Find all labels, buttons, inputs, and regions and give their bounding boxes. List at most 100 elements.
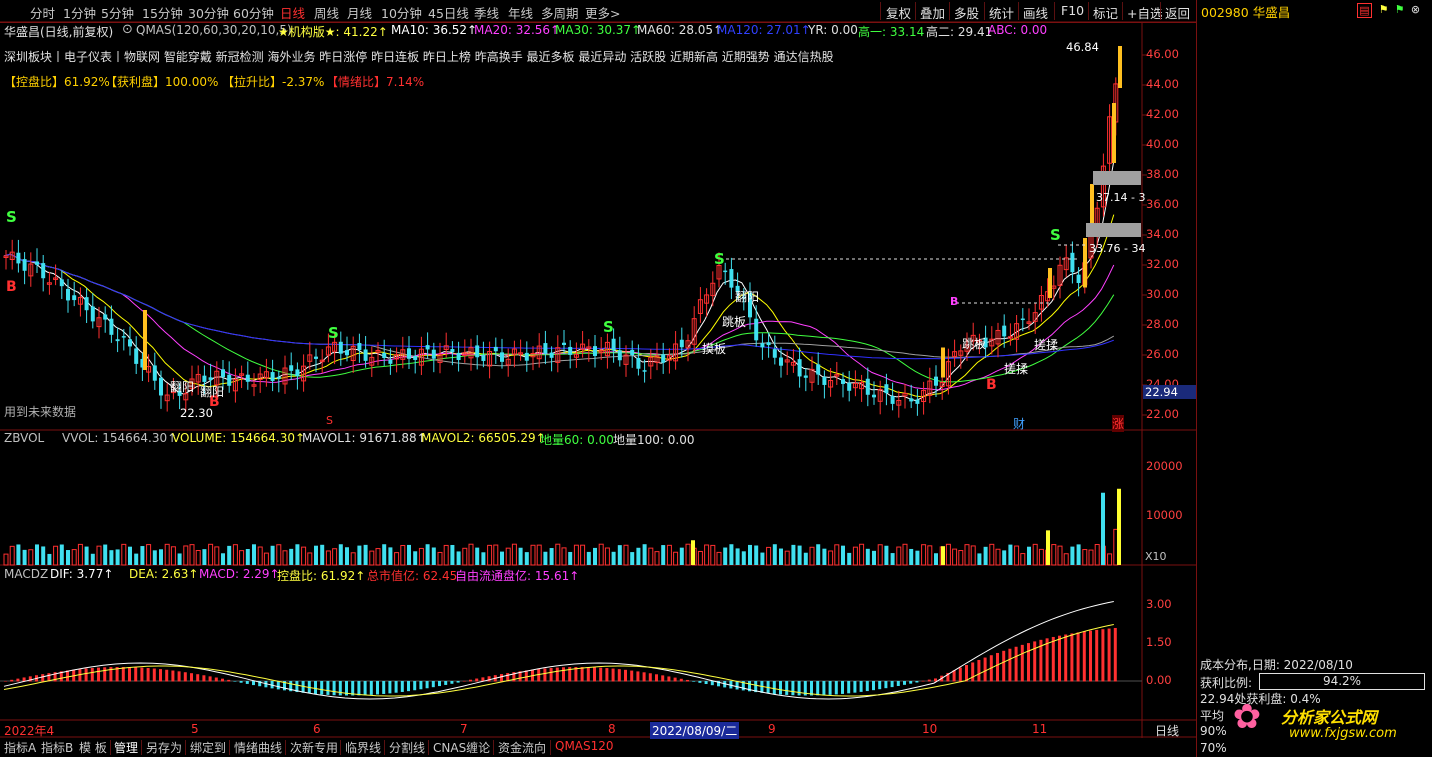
tab-template[interactable]: 模 板 xyxy=(79,739,107,756)
close-icon[interactable]: ⊗ xyxy=(1409,3,1422,16)
candle-body xyxy=(388,359,393,364)
tab-cnas[interactable]: CNAS缠论 xyxy=(433,739,490,756)
macd-bar xyxy=(996,652,999,682)
volume-bar xyxy=(741,551,746,565)
volume-bar xyxy=(320,544,325,565)
macd-bar xyxy=(438,681,441,687)
candle-body xyxy=(661,354,666,363)
candle-body xyxy=(152,365,157,381)
ma120-value: MA120: 27.01↑ xyxy=(717,23,811,37)
ma30-value: MA30: 30.37↑ xyxy=(555,23,642,37)
volume-bar xyxy=(549,548,554,565)
macd-bar xyxy=(338,681,342,696)
tab-indicator-a[interactable]: 指标A xyxy=(4,739,36,756)
tab-indicator-b[interactable]: 指标B xyxy=(41,739,73,756)
volume-bar xyxy=(252,544,256,565)
volume-bar xyxy=(921,544,927,566)
tag-moban: 摸板 xyxy=(702,342,727,356)
price-axis-label: 38.00 xyxy=(1146,167,1179,181)
macd-indicator-name: MACDZ xyxy=(4,567,49,581)
flag-icon[interactable]: ⚑ xyxy=(1393,3,1406,16)
volume-bar xyxy=(661,545,666,565)
tab-emotion-curve[interactable]: 情绪曲线 xyxy=(234,739,282,756)
macd-bar xyxy=(425,681,429,689)
volume-bar xyxy=(847,552,852,565)
candle-body xyxy=(159,377,163,396)
macd-bar xyxy=(159,669,162,682)
candle-body xyxy=(636,357,641,369)
macd-bar xyxy=(314,681,317,695)
macd-bar xyxy=(847,681,851,694)
macd-bar xyxy=(245,681,249,684)
candle-body xyxy=(766,342,771,346)
volume-bar xyxy=(648,547,654,566)
price-axis-label: 26.00 xyxy=(1146,347,1179,361)
candle-body xyxy=(134,348,139,364)
finance-marker[interactable]: 财 xyxy=(1013,415,1025,432)
volume-bar xyxy=(90,553,95,565)
volume-bar xyxy=(325,550,331,566)
volume-bar xyxy=(338,544,343,565)
main-indicator-name: QMAS(120,60,30,20,10,5) xyxy=(136,23,292,37)
volume-bar xyxy=(716,551,722,566)
tab-save-as[interactable]: 另存为 xyxy=(146,739,182,756)
candle-body xyxy=(543,343,548,354)
volume-bar xyxy=(896,546,902,566)
tab-new-stock[interactable]: 次新专用 xyxy=(290,739,338,756)
indicator-toggle-icon[interactable]: ⊙ xyxy=(122,22,133,37)
volume-bar xyxy=(852,546,858,566)
volume-bar xyxy=(475,547,480,565)
macd-bar xyxy=(190,673,193,682)
volume-bar xyxy=(282,550,288,566)
volume-bar xyxy=(679,547,684,565)
volume-bar xyxy=(518,547,523,565)
date-axis-label: 2022年4 xyxy=(4,724,55,738)
volume-bar xyxy=(345,547,349,565)
limit-up-candle xyxy=(1112,103,1116,163)
date-axis-label: 10 xyxy=(922,722,938,736)
flag-icon[interactable]: ⚑ xyxy=(1377,3,1390,16)
volume-bar xyxy=(803,552,808,565)
candle-body xyxy=(407,348,411,359)
volume-bar xyxy=(1094,544,1100,566)
volume-bar xyxy=(735,548,740,565)
candle-body xyxy=(475,345,480,358)
volume-bar xyxy=(227,545,232,565)
tab-bind-to[interactable]: 绑定到 xyxy=(190,739,226,756)
volume-bar xyxy=(1020,553,1026,566)
macd-bar xyxy=(1051,636,1055,682)
volume-bar xyxy=(263,552,269,566)
macd-bar xyxy=(667,676,671,682)
limit-up-marker[interactable]: 涨 xyxy=(1112,415,1125,432)
volume-bar xyxy=(666,544,672,566)
profit-value-box: 94.2% xyxy=(1259,673,1425,690)
macd-bar xyxy=(1107,628,1111,682)
candle-body xyxy=(872,394,876,398)
volume-bar xyxy=(890,553,895,565)
sell-signal-s: S xyxy=(328,324,339,342)
candle-body xyxy=(890,396,895,404)
macd-bar xyxy=(648,673,652,682)
price-axis-label: 40.00 xyxy=(1146,137,1179,151)
volume-bar xyxy=(245,548,250,565)
tab-critical-line[interactable]: 临界线 xyxy=(345,739,381,756)
volume-bar xyxy=(77,543,83,566)
macd-bar xyxy=(673,677,677,682)
avg-label: 平均 xyxy=(1200,709,1225,723)
tag-cuorou: 搓揉 xyxy=(1004,362,1029,376)
current-date-label: 2022/08/09/二 xyxy=(650,722,740,739)
candle-body xyxy=(841,379,845,384)
tab-qmas120[interactable]: QMAS120 xyxy=(555,739,614,753)
candle-body xyxy=(729,269,734,288)
ma60-value: MA60: 28.05↑ xyxy=(637,23,724,37)
tab-fund-flow[interactable]: 资金流向 xyxy=(498,739,546,756)
tab-divider-line[interactable]: 分割线 xyxy=(389,739,425,756)
jigou-value: ★机构版★: 41.22↑ xyxy=(278,25,388,39)
volume-bar xyxy=(524,552,529,565)
document-icon[interactable]: ▤ xyxy=(1357,3,1372,18)
candle-body xyxy=(289,365,294,371)
candle-body xyxy=(221,369,225,378)
macd-bar xyxy=(1058,635,1061,682)
tag-cuorou: 搓揉 xyxy=(1034,338,1059,352)
tab-manage[interactable]: 管理 xyxy=(114,739,138,756)
